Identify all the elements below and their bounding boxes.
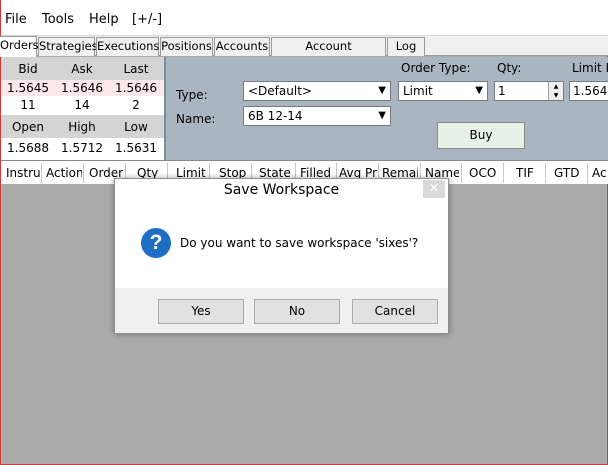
qty-value: 1: [498, 84, 506, 98]
chevron-down-icon: ▼: [378, 110, 386, 121]
ask-label: Ask: [71, 62, 93, 76]
high-label: High: [68, 120, 96, 134]
no-button[interactable]: No: [254, 299, 340, 324]
last-size: 2: [132, 98, 140, 112]
type-label: Type:: [176, 88, 208, 102]
column-divider: [41, 163, 42, 183]
tab-positions[interactable]: Positions: [160, 37, 213, 56]
qty-stepper[interactable]: 1 ▲ ▼: [494, 81, 564, 101]
name-label: Name:: [176, 112, 216, 126]
tab-executions[interactable]: Executions: [96, 37, 159, 56]
type-select-value: <Default>: [248, 84, 312, 98]
tab-strategies[interactable]: Strategies: [38, 37, 98, 56]
last-label: Last: [123, 62, 149, 76]
chevron-down-icon: ▼: [378, 85, 386, 96]
quote-ohl-header-row: Open High Low: [1, 115, 164, 138]
buy-button[interactable]: Buy: [437, 122, 525, 149]
chevron-down-icon: ▼: [475, 85, 483, 96]
bid-price: 1.5645: [7, 81, 49, 95]
order-type-select[interactable]: Limit ▼: [398, 81, 488, 101]
bid-label: Bid: [18, 62, 38, 76]
type-select[interactable]: <Default> ▼: [243, 81, 391, 101]
menu-bar: File Tools Help [+/-]: [1, 0, 608, 36]
high-price: 1.5712: [61, 141, 103, 155]
dialog-footer: Yes No Cancel: [115, 288, 448, 333]
dialog-title: Save Workspace: [223, 182, 340, 198]
open-label: Open: [11, 120, 45, 134]
close-icon[interactable]: ✕: [423, 180, 445, 198]
dialog-message: Do you want to save workspace 'sixes'?: [180, 236, 419, 250]
menu-help[interactable]: Help: [89, 12, 119, 27]
column-divider: [545, 163, 546, 183]
column-divider: [587, 163, 588, 183]
quote-price-row: 1.5645 1.5646 1.5646: [1, 80, 164, 96]
limit-price-field[interactable]: 1.5646: [569, 81, 608, 101]
name-select-value: 6B 12-14: [248, 109, 303, 123]
low-price: 1.5631: [115, 141, 157, 155]
column-divider: [461, 163, 462, 183]
col-instrument[interactable]: Instru: [6, 166, 40, 180]
ask-price: 1.5646: [61, 81, 103, 95]
dialog-titlebar[interactable]: Save Workspace ✕: [115, 179, 448, 202]
dialog-body: ? Do you want to save workspace 'sixes'?: [115, 202, 448, 288]
tab-strip: Orders Strategies Executions Positions A…: [0, 36, 608, 70]
col-tif[interactable]: TIF: [516, 166, 540, 180]
tab-account-performance[interactable]: Account Performance: [271, 37, 386, 70]
limit-price-label: Limit Pr: [572, 61, 608, 75]
cancel-button[interactable]: Cancel: [352, 299, 438, 324]
last-price: 1.5646: [115, 81, 157, 95]
app-window: File Tools Help [+/-] Orders Strategies …: [0, 0, 608, 465]
tab-log[interactable]: Log: [387, 37, 425, 56]
column-divider: [83, 163, 84, 183]
col-oco[interactable]: OCO: [469, 166, 499, 180]
ask-size: 14: [74, 98, 90, 112]
menu-toggle[interactable]: [+/-]: [132, 12, 162, 27]
limit-price-value: 1.5646: [573, 84, 608, 98]
question-icon: ?: [141, 228, 171, 258]
yes-button[interactable]: Yes: [158, 299, 244, 324]
order-type-label: Order Type:: [401, 61, 471, 75]
save-workspace-dialog: Save Workspace ✕ ? Do you want to save w…: [114, 178, 449, 334]
menu-tools[interactable]: Tools: [42, 12, 74, 27]
quote-panel: Bid Ask Last 1.5645 1.5646 1.5646 11 14 …: [1, 57, 164, 160]
quote-header-row: Bid Ask Last: [1, 57, 164, 80]
name-select[interactable]: 6B 12-14 ▼: [243, 106, 391, 126]
stepper-arrows-icon[interactable]: ▲ ▼: [548, 82, 563, 100]
col-gtd[interactable]: GTD: [554, 166, 584, 180]
tab-orders[interactable]: Orders: [0, 36, 39, 57]
bid-size: 11: [20, 98, 36, 112]
low-label: Low: [124, 120, 148, 134]
tab-accounts[interactable]: Accounts: [214, 37, 270, 56]
menu-file[interactable]: File: [5, 12, 27, 27]
qty-label: Qty:: [497, 61, 522, 75]
col-action[interactable]: Action: [46, 166, 82, 180]
column-divider: [503, 163, 504, 183]
open-price: 1.5688: [7, 141, 49, 155]
col-account[interactable]: Ac: [592, 166, 608, 180]
order-type-select-value: Limit: [403, 84, 433, 98]
order-entry-panel: Type: <Default> ▼ Name: 6B 12-14 ▼ Order…: [164, 57, 608, 160]
